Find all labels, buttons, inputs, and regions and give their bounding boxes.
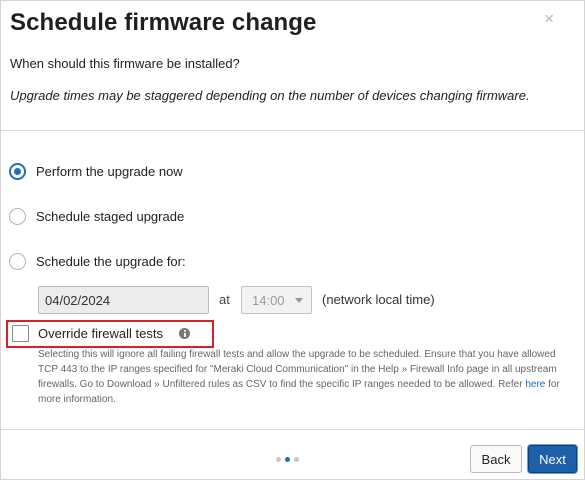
chevron-down-icon xyxy=(295,298,303,303)
bottom-divider xyxy=(1,429,585,430)
help-link[interactable]: here xyxy=(525,379,545,390)
time-select-value: 14:00 xyxy=(252,292,285,308)
radio-upgrade-now[interactable]: Perform the upgrade now xyxy=(9,163,183,180)
stagger-note: Upgrade times may be staggered depending… xyxy=(10,88,530,103)
radio-schedule-for[interactable]: Schedule the upgrade for: xyxy=(9,253,186,270)
time-select[interactable]: 14:00 xyxy=(241,286,312,314)
radio-label: Schedule staged upgrade xyxy=(36,209,185,224)
pager-dot xyxy=(294,457,299,462)
date-field[interactable] xyxy=(38,286,209,314)
radio-button[interactable] xyxy=(9,208,26,225)
top-divider xyxy=(1,130,585,131)
back-button[interactable]: Back xyxy=(470,445,522,473)
radio-label: Perform the upgrade now xyxy=(36,164,183,179)
at-label: at xyxy=(219,292,230,307)
step-pager xyxy=(276,457,299,462)
schedule-firmware-dialog: Schedule firmware change × When should t… xyxy=(0,0,585,480)
override-firewall-checkbox[interactable] xyxy=(12,325,29,342)
override-help-text: Selecting this will ignore all failing f… xyxy=(38,347,566,407)
radio-button-checked[interactable] xyxy=(9,163,26,180)
close-icon[interactable]: × xyxy=(544,10,554,27)
radio-label: Schedule the upgrade for: xyxy=(36,254,186,269)
timezone-label: (network local time) xyxy=(322,292,435,307)
install-question: When should this firmware be installed? xyxy=(10,56,240,71)
next-button[interactable]: Next xyxy=(528,445,577,473)
pager-dot xyxy=(276,457,281,462)
dialog-title: Schedule firmware change xyxy=(10,9,317,36)
radio-button[interactable] xyxy=(9,253,26,270)
info-icon[interactable] xyxy=(179,328,190,339)
radio-staged-upgrade[interactable]: Schedule staged upgrade xyxy=(9,208,184,225)
override-firewall-label: Override firewall tests xyxy=(38,326,163,341)
help-text-before-link: Selecting this will ignore all failing f… xyxy=(38,349,557,390)
pager-dot-active xyxy=(285,457,290,462)
